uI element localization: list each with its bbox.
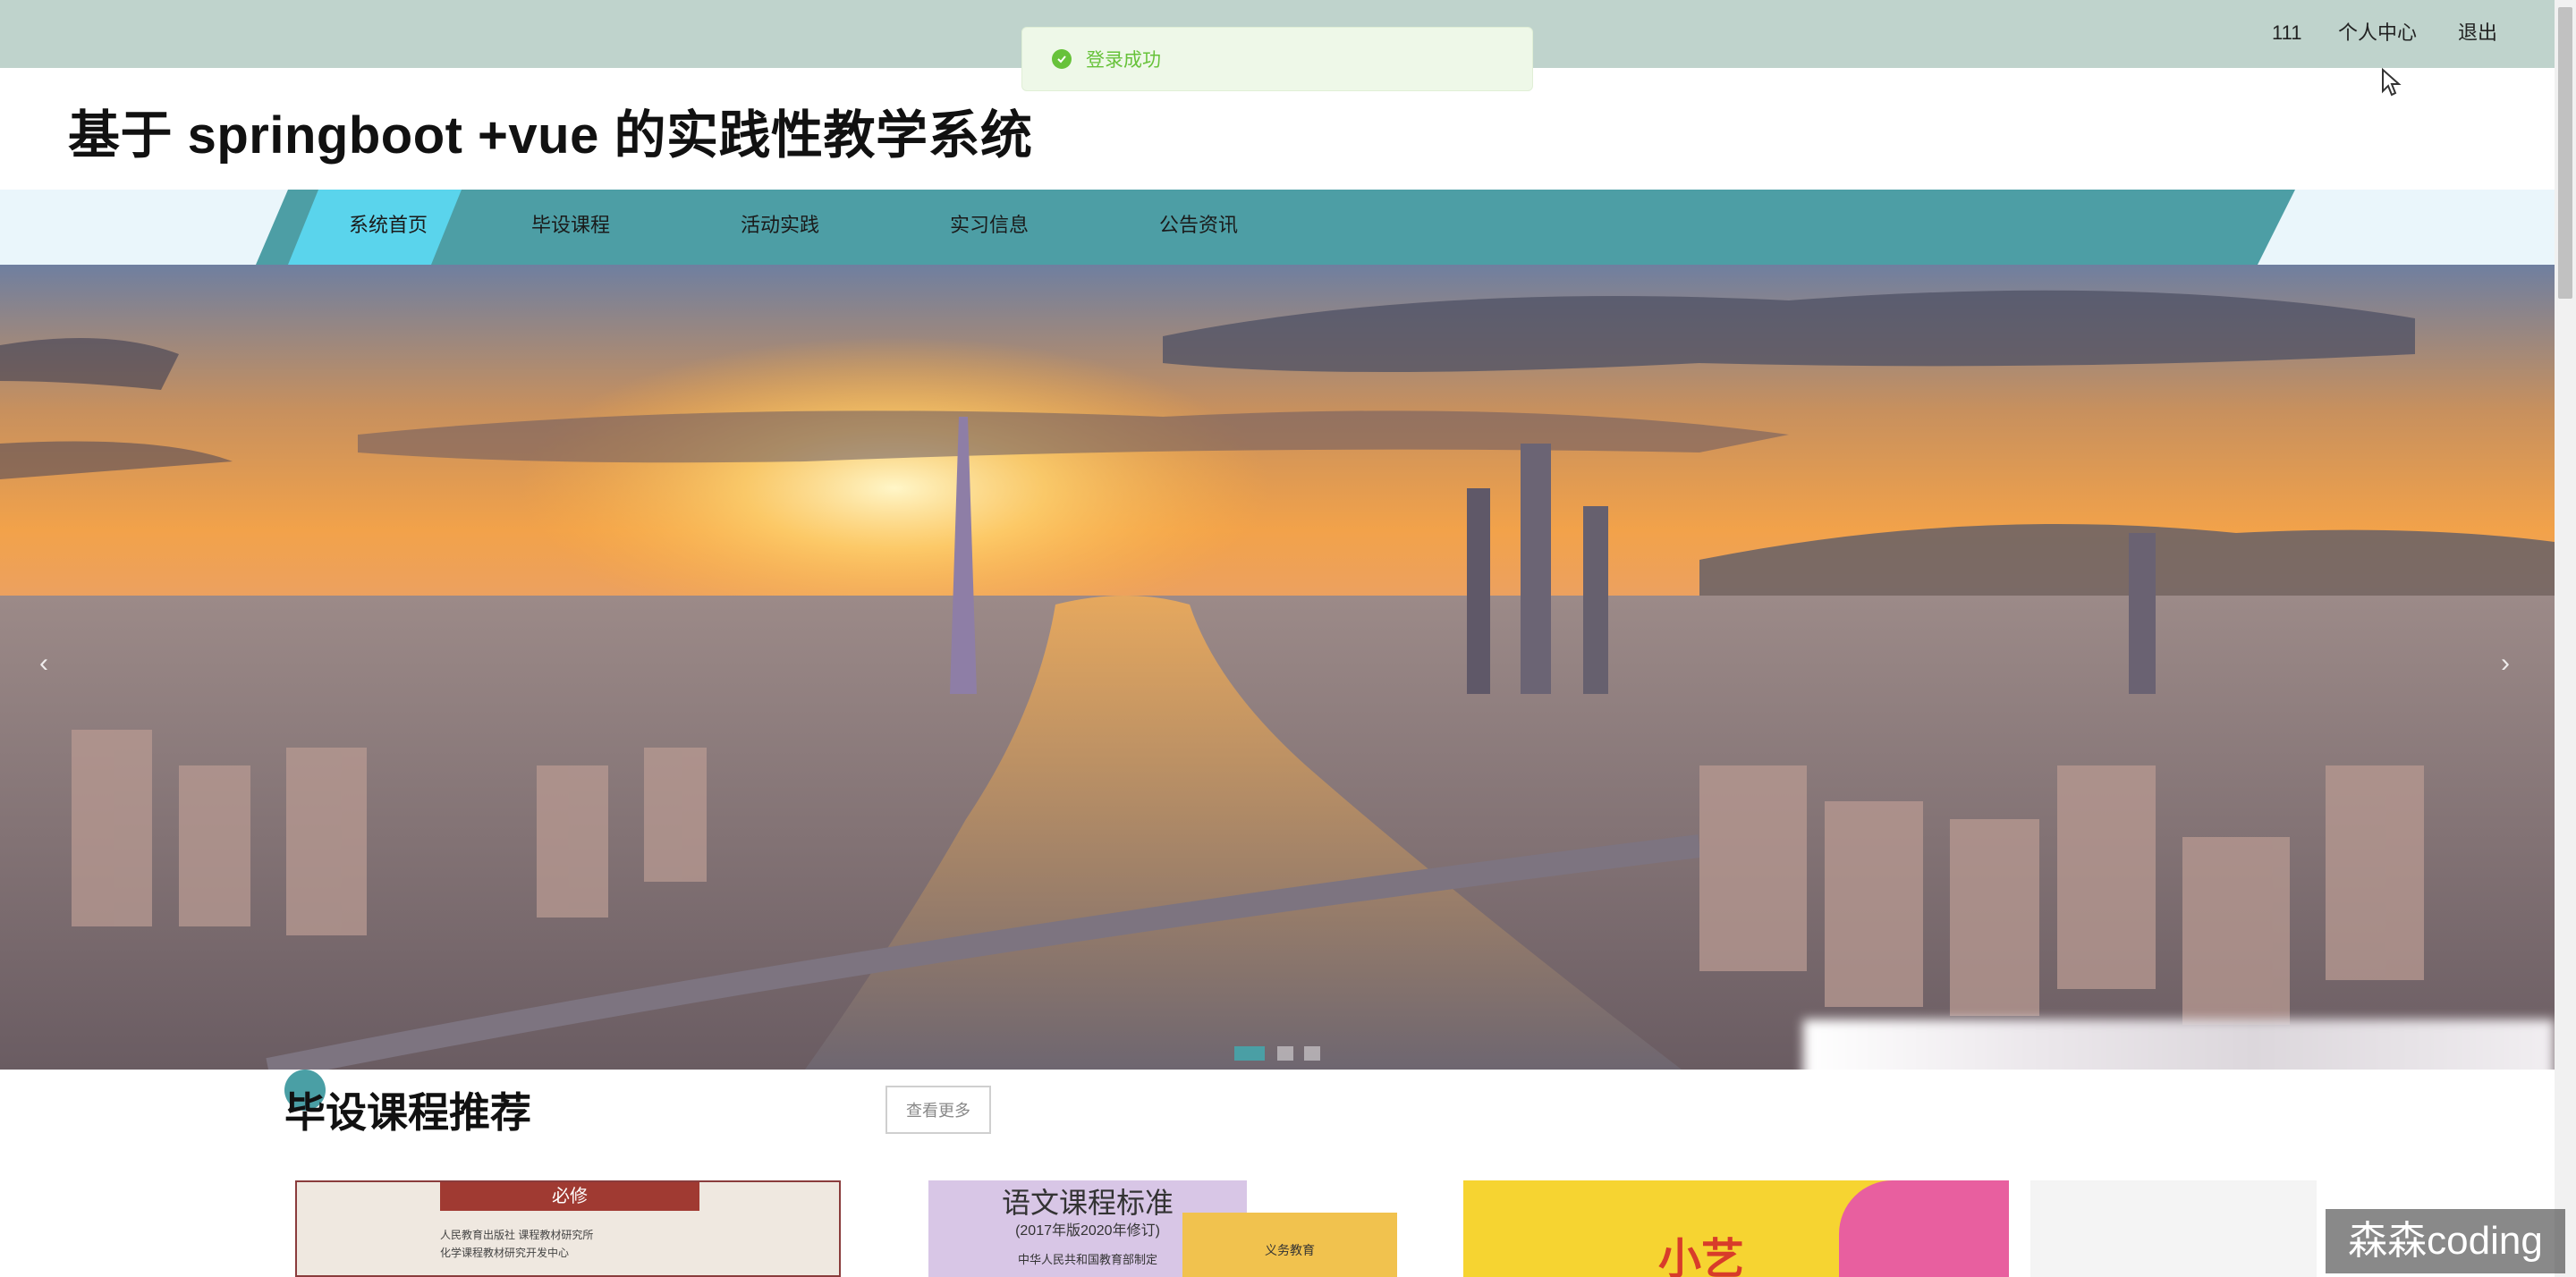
course-card-4[interactable] bbox=[2030, 1180, 2317, 1277]
mouse-cursor-icon bbox=[2382, 68, 2402, 97]
banner-image bbox=[0, 265, 2555, 1070]
page: 111 个人中心 退出 基于 springboot +vue 的实践性教学系统 … bbox=[0, 0, 2576, 1277]
course-card-2-book: 义务教育 bbox=[1182, 1213, 1397, 1277]
banner-prev-arrow[interactable]: ‹ bbox=[39, 648, 48, 679]
course-card-1[interactable]: 必修 人民教育出版社 课程教材研究所 化学课程教材研究开发中心 bbox=[295, 1180, 841, 1277]
banner-next-arrow[interactable]: › bbox=[2501, 648, 2510, 679]
card-1-heading: 必修 bbox=[440, 1182, 699, 1211]
logout-link[interactable]: 退出 bbox=[2458, 20, 2497, 47]
banner-dot-2[interactable] bbox=[1277, 1046, 1293, 1061]
nav-item-home[interactable]: 系统首页 bbox=[349, 211, 428, 240]
username-label: 111 bbox=[2272, 21, 2302, 44]
section-title: 毕设课程推荐 bbox=[284, 1089, 531, 1136]
banner-dot-3[interactable] bbox=[1304, 1046, 1320, 1061]
check-circle-icon bbox=[1052, 49, 1072, 69]
blurred-overlay-lower bbox=[1803, 1070, 2555, 1180]
profile-link[interactable]: 个人中心 bbox=[2338, 20, 2417, 47]
toast-message: 登录成功 bbox=[1086, 50, 1161, 71]
nav-item-internship[interactable]: 实习信息 bbox=[950, 211, 1029, 240]
nav-item-activities[interactable]: 活动实践 bbox=[741, 211, 819, 240]
watermark: 森森coding bbox=[2326, 1209, 2565, 1273]
course-card-3[interactable]: 小艺 bbox=[1463, 1180, 2009, 1277]
hero-banner bbox=[0, 265, 2555, 1070]
nav-item-courses[interactable]: 毕设课程 bbox=[531, 211, 610, 240]
site-title: 基于 springboot +vue 的实践性教学系统 bbox=[68, 106, 1033, 165]
scrollbar-thumb[interactable] bbox=[2558, 7, 2572, 299]
card-2-book-label: 义务教育 bbox=[1265, 1243, 1315, 1257]
banner-dot-1[interactable] bbox=[1234, 1046, 1265, 1061]
card-1-center: 化学课程教材研究开发中心 bbox=[440, 1247, 570, 1259]
card-3-title: 小艺 bbox=[1658, 1236, 1745, 1277]
nav-item-announcements[interactable]: 公告资讯 bbox=[1159, 211, 1238, 240]
login-success-toast: 登录成功 bbox=[1021, 27, 1533, 91]
view-more-button[interactable]: 查看更多 bbox=[886, 1086, 991, 1134]
card-3-graphic bbox=[1839, 1180, 2009, 1277]
card-1-publisher: 人民教育出版社 课程教材研究所 bbox=[440, 1229, 594, 1241]
